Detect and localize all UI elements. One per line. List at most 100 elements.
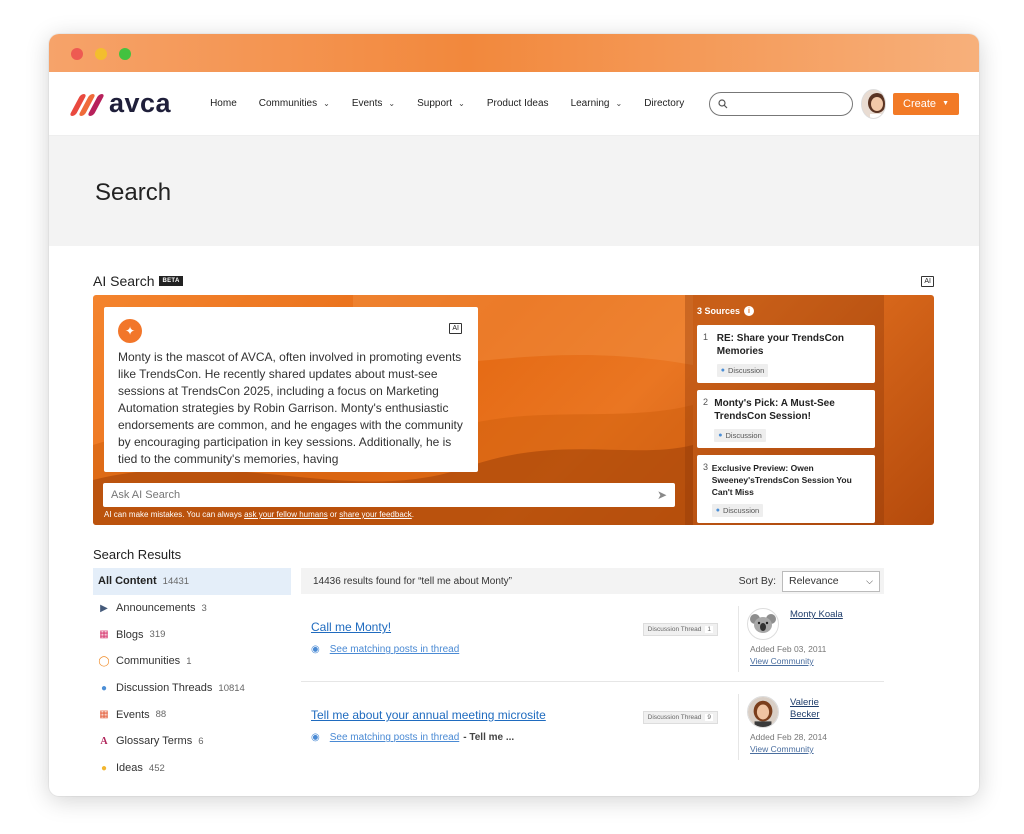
nav-item-support[interactable]: Support ⌄ <box>406 98 476 109</box>
matching-posts-link[interactable]: See matching posts in thread <box>330 644 460 655</box>
ask-humans-link[interactable]: ask your fellow humans <box>244 510 328 519</box>
match-excerpt: - Tell me ... <box>463 732 515 743</box>
share-feedback-link[interactable]: share your feedback <box>339 510 412 519</box>
facet-glossary-terms[interactable]: A Glossary Terms 6 <box>93 728 291 755</box>
send-icon[interactable]: ➤ <box>657 488 667 502</box>
ai-sources: 3 Sources i 1 RE: Share your TrendsCon M… <box>685 295 884 525</box>
author-added-date: Added Feb 03, 2011 <box>750 644 827 654</box>
browser-window: avca Home Communities ⌄ Events ⌄ Support ⌄ … <box>49 34 979 796</box>
facet-label: Blogs <box>116 628 144 641</box>
facet-label: Events <box>116 708 150 721</box>
facet-count: 88 <box>155 709 167 721</box>
ai-search-title: AI Search BETA <box>93 273 183 289</box>
nav-item-directory[interactable]: Directory <box>633 98 695 109</box>
eye-icon: ◉ <box>311 732 320 743</box>
result-type-count: 1 <box>705 626 713 633</box>
result-type-badge: Discussion Thread 9 <box>642 711 718 724</box>
sources-header: 3 Sources i <box>697 306 875 316</box>
result-type-badge: Discussion Thread 1 <box>642 623 718 636</box>
facet-announcements[interactable]: ▶ Announcements 3 <box>93 595 291 622</box>
blog-icon: ▦ <box>99 629 109 641</box>
nav-item-label: Events <box>351 98 383 109</box>
facet-count: 3 <box>201 602 207 614</box>
nav-item-label: Communities <box>258 98 318 109</box>
sources-label: 3 Sources <box>697 306 741 316</box>
tag-label: Discussion <box>722 506 760 515</box>
author-name-link[interactable]: Monty Koala <box>790 609 850 621</box>
result-author: Monty Koala Added Feb 03, 2011 View Comm… <box>738 606 878 672</box>
facet-label: Announcements <box>116 602 196 615</box>
page-title: Search <box>95 179 172 206</box>
chevron-down-icon: ⌄ <box>458 99 465 108</box>
facet-discussion-threads[interactable]: ● Discussion Threads 10814 <box>93 675 291 702</box>
nav-item-label: Product Ideas <box>486 98 549 109</box>
nav-menu: Home Communities ⌄ Events ⌄ Support ⌄ Produ… <box>199 98 695 109</box>
results-count: 14436 results found for “tell me about M… <box>313 575 512 587</box>
create-button[interactable]: Create ▼ <box>893 92 959 115</box>
facet-communities[interactable]: ◯ Communities 1 <box>93 648 291 675</box>
nav-item-events[interactable]: Events ⌄ <box>341 98 406 109</box>
info-icon[interactable]: i <box>744 306 755 316</box>
sort-select[interactable]: Relevance ⌵ <box>782 570 880 592</box>
tag-label: Discussion <box>728 366 765 375</box>
facet-count: 319 <box>149 629 166 641</box>
nav-item-communities[interactable]: Communities ⌄ <box>248 98 341 109</box>
source-number: 1 <box>703 332 709 342</box>
sparkle-icon: ✦ <box>118 319 142 343</box>
user-portrait-icon <box>748 697 778 727</box>
minimize-window-button[interactable] <box>95 48 107 60</box>
view-community-link[interactable]: View Community <box>750 656 814 666</box>
nav-item-home[interactable]: Home <box>199 98 248 109</box>
logo-mark-icon <box>69 92 105 116</box>
nav-item-product-ideas[interactable]: Product Ideas <box>476 98 560 109</box>
megaphone-icon: ▶ <box>100 602 108 614</box>
avca-logo[interactable]: avca <box>69 88 171 119</box>
facet-ideas[interactable]: ● Ideas 452 <box>93 755 291 782</box>
nav-item-learning[interactable]: Learning ⌄ <box>560 98 634 109</box>
source-title[interactable]: RE: Share your TrendsCon Memories <box>717 332 869 358</box>
facet-count: 14431 <box>162 575 190 587</box>
caret-down-icon: ▼ <box>942 100 949 107</box>
source-number: 2 <box>703 397 709 407</box>
source-number: 3 <box>703 462 709 472</box>
site-search[interactable] <box>709 91 854 116</box>
author-avatar[interactable] <box>747 696 779 728</box>
maximize-window-button[interactable] <box>119 48 131 60</box>
source-title[interactable]: Monty's Pick: A Must-See TrendsCon Sessi… <box>714 397 869 423</box>
facet-count: 10814 <box>218 682 245 694</box>
nav-item-label: Directory <box>644 98 685 109</box>
chevron-down-icon: ⌵ <box>866 575 873 586</box>
source-card[interactable]: 2 Monty's Pick: A Must-See TrendsCon Ses… <box>697 390 875 448</box>
lightbulb-icon: ● <box>100 762 108 774</box>
source-title[interactable]: Exclusive Preview: Owen Sweeney'sTrendsC… <box>712 462 869 498</box>
site-search-input[interactable] <box>732 98 853 109</box>
author-name-link[interactable]: Valerie Becker <box>790 697 850 721</box>
facet-blogs[interactable]: ▦ Blogs 319 <box>93 621 291 648</box>
source-card[interactable]: 1 RE: Share your TrendsCon Memories ● Dis… <box>697 325 875 383</box>
source-card[interactable]: 3 Exclusive Preview: Owen Sweeney'sTrend… <box>697 455 875 523</box>
eye-icon: ◉ <box>311 644 320 655</box>
koala-icon <box>750 614 776 633</box>
chevron-down-icon: ⌄ <box>323 99 330 108</box>
chat-bubble-icon: ● <box>720 367 726 374</box>
facet-label: Communities <box>116 655 181 668</box>
facet-label: Glossary Terms <box>116 735 193 748</box>
chevron-down-icon: ⌄ <box>388 99 396 108</box>
facet-all-content[interactable]: All Content 14431 <box>93 568 291 595</box>
view-community-link[interactable]: View Community <box>750 744 814 754</box>
sort-label: Sort By: <box>738 575 776 587</box>
facet-events[interactable]: ▦ Events 88 <box>93 701 291 728</box>
user-avatar[interactable] <box>861 88 887 119</box>
facet-count: 1 <box>186 655 192 667</box>
matching-posts-link[interactable]: See matching posts in thread <box>330 732 460 743</box>
ask-ai-search[interactable]: ➤ <box>103 483 675 507</box>
disclaimer-text: AI can make mistakes. You can always <box>104 510 242 519</box>
search-results-title: Search Results <box>93 547 182 562</box>
facet-label: All Content <box>98 575 157 588</box>
close-window-button[interactable] <box>71 48 83 60</box>
nav-item-label: Home <box>210 98 237 109</box>
koala-avatar[interactable] <box>747 608 779 640</box>
calendar-icon: ▦ <box>99 709 109 721</box>
ask-ai-input[interactable] <box>111 489 611 501</box>
content-type-facets: All Content 14431 ▶ Announcements 3 ▦ Blogs 3… <box>93 568 291 782</box>
